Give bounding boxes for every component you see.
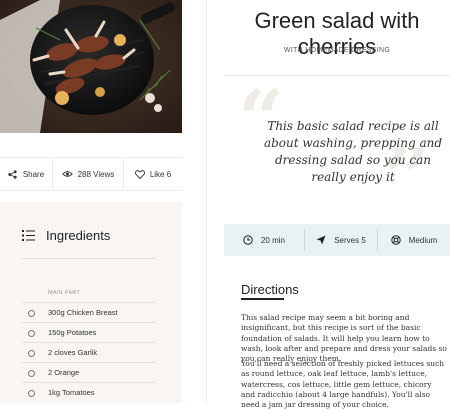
checkbox[interactable] [28, 310, 35, 317]
page-subtitle: WITH HOMEMADE DRESSING [283, 47, 391, 54]
ingredient-text: 1kg Tomatoes [48, 388, 95, 397]
checkbox[interactable] [28, 390, 35, 397]
grilled-lamb-image [0, 0, 182, 133]
ingredient-item[interactable]: 150g Potatoes [22, 322, 156, 343]
views-count: 288 Views [53, 170, 123, 179]
share-icon [8, 169, 17, 179]
serves-label: Serves 5 [334, 235, 366, 245]
difficulty: Medium [378, 235, 450, 245]
servings: Serves 5 [305, 235, 377, 245]
views-label: 288 Views [77, 169, 115, 179]
left-column: Share 288 Views Like 6 Ingredients MAIN … [0, 0, 182, 403]
recipe-photo[interactable] [0, 0, 182, 133]
heart-icon [134, 169, 145, 179]
recipe-info-bar: 20 min Serves 5 Medium [224, 224, 450, 256]
eye-icon [61, 171, 73, 177]
section-label: MAIN PART [48, 290, 81, 296]
ingredient-item[interactable]: 300g Chicken Breast [22, 302, 156, 323]
clock-icon [243, 235, 253, 245]
ingredient-item[interactable]: 1kg Tomatoes [22, 382, 156, 403]
ingredient-item[interactable]: 2 Orange [22, 362, 156, 383]
directions-heading: Directions [241, 282, 299, 297]
lifebuoy-icon [391, 235, 401, 245]
ingredient-text: 150g Potatoes [48, 328, 97, 337]
heading-underline [241, 298, 284, 300]
ingredient-text: 2 cloves Garlik [48, 348, 98, 357]
difficulty-label: Medium [408, 235, 438, 245]
ingredient-item[interactable]: 2 cloves Garlik [22, 342, 156, 363]
share-label: Share [22, 169, 45, 179]
like-label: Like 6 [149, 169, 172, 179]
share-button[interactable]: Share [0, 170, 52, 179]
checkbox[interactable] [28, 330, 35, 337]
checkbox[interactable] [28, 370, 35, 377]
column-divider [206, 0, 207, 403]
checkbox[interactable] [28, 350, 35, 357]
directions-paragraph: This salad recipe may seem a bit boring … [241, 313, 447, 364]
list-icon [22, 230, 35, 241]
ingredients-heading: Ingredients [46, 228, 111, 243]
time-label: 20 min [260, 235, 285, 245]
directions-paragraph: You'll need a selection of freshly picke… [241, 359, 445, 410]
like-button[interactable]: Like 6 [124, 170, 182, 179]
ingredient-text: 2 Orange [48, 368, 80, 377]
ingredient-text: 300g Chicken Breast [48, 308, 118, 317]
send-icon [316, 235, 326, 245]
divider [22, 258, 156, 259]
prep-time: 20 min [224, 235, 304, 245]
social-bar: Share 288 Views Like 6 [0, 157, 182, 191]
recipe-quote: This basic salad recipe is all about was… [263, 119, 443, 184]
